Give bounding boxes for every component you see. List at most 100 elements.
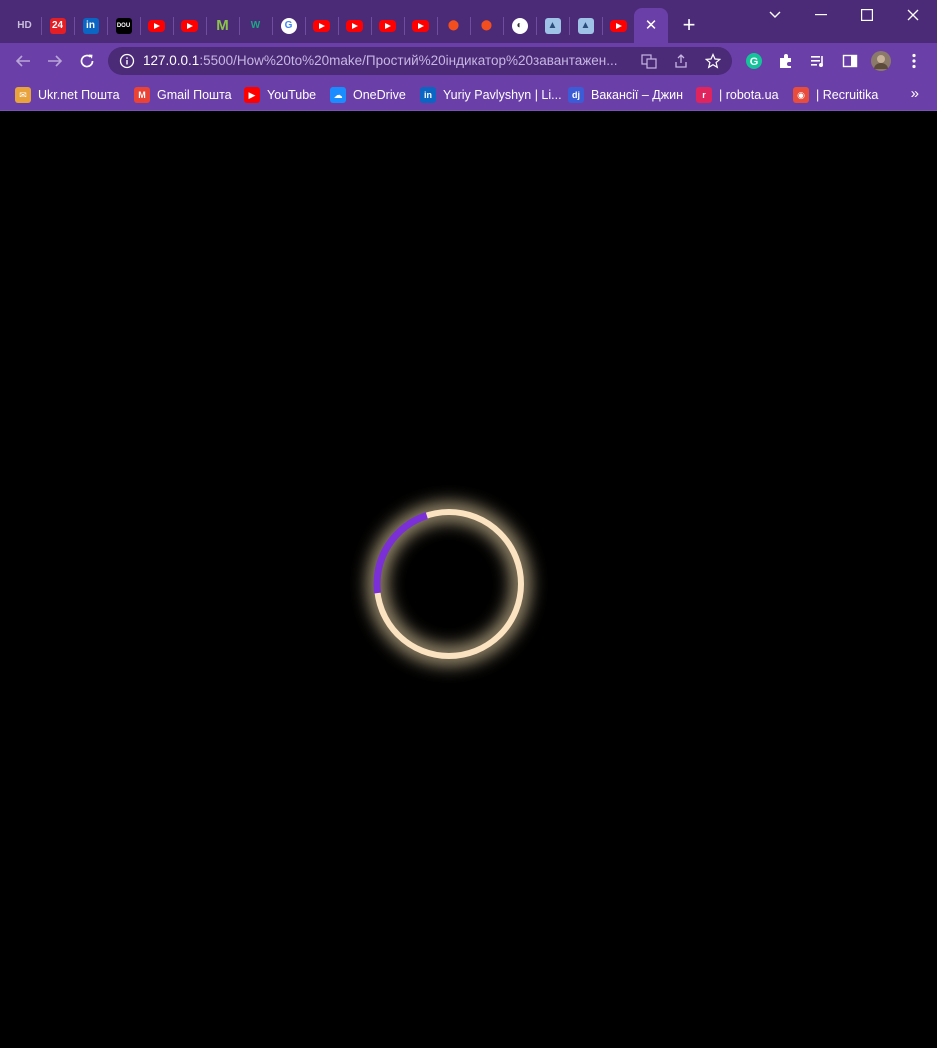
bookmark-item[interactable]: ✉ Ukr.net Пошта bbox=[15, 85, 120, 105]
active-tab[interactable]: ✕ bbox=[634, 8, 668, 43]
djinni-icon: dj bbox=[568, 87, 584, 103]
tab-strip: HD 24 in DOU M W G ⬤ ⬤ ◐ ▲ ▲ ✕ + bbox=[0, 0, 937, 43]
bookmark-star-icon[interactable] bbox=[704, 52, 722, 70]
tab-favicon-text: HD bbox=[17, 20, 32, 31]
figma-icon: ⬤ bbox=[480, 20, 493, 31]
browser-tab[interactable]: ▲ bbox=[536, 9, 569, 42]
bookmark-item[interactable]: M Gmail Пошта bbox=[134, 85, 232, 105]
linkedin-icon: in bbox=[420, 87, 436, 103]
youtube-icon bbox=[181, 19, 198, 32]
browser-tab[interactable]: in bbox=[74, 9, 107, 42]
m-icon: M bbox=[215, 17, 231, 34]
browser-tab[interactable]: M bbox=[206, 9, 239, 42]
browser-tab[interactable]: ⬤ bbox=[437, 9, 470, 42]
side-panel-icon[interactable] bbox=[840, 51, 860, 71]
minimize-icon[interactable] bbox=[810, 6, 832, 24]
back-arrow-icon[interactable] bbox=[13, 51, 33, 71]
youtube-icon bbox=[313, 19, 330, 32]
ukrnet-icon: ✉ bbox=[15, 87, 31, 103]
bookmark-label: Вакансії – Джин bbox=[591, 88, 683, 102]
new-tab-button[interactable]: + bbox=[679, 14, 699, 36]
address-bar[interactable]: 127.0.0.1:5500/How%20to%20make/Простий%2… bbox=[108, 47, 732, 75]
profile-avatar[interactable] bbox=[871, 51, 891, 71]
page-viewport bbox=[0, 111, 937, 1048]
24-icon: 24 bbox=[49, 17, 66, 34]
bookmark-label: | Recruitika bbox=[816, 88, 879, 102]
tab-favicon-text: in bbox=[86, 20, 95, 31]
onedrive-icon: ☁ bbox=[330, 87, 346, 103]
svg-text:G: G bbox=[750, 56, 759, 68]
browser-tab[interactable]: ◐ bbox=[503, 9, 536, 42]
browser-tab[interactable] bbox=[371, 9, 404, 42]
browser-tab[interactable]: W bbox=[239, 9, 272, 42]
url-host: 127.0.0.1 bbox=[143, 53, 200, 68]
reload-icon[interactable] bbox=[77, 51, 97, 71]
bookmark-item[interactable]: ☁ OneDrive bbox=[330, 85, 406, 105]
share-icon[interactable] bbox=[672, 52, 690, 70]
browser-tab[interactable] bbox=[404, 9, 437, 42]
browser-toolbar: 127.0.0.1:5500/How%20to%20make/Простий%2… bbox=[0, 43, 937, 79]
tab-favicon-text: 24 bbox=[51, 20, 64, 31]
bookmark-label: | robota.ua bbox=[719, 88, 779, 102]
menu-dots-icon[interactable] bbox=[904, 51, 924, 71]
youtube-icon bbox=[379, 19, 396, 32]
youtube-icon: ▶ bbox=[244, 87, 260, 103]
close-window-icon[interactable] bbox=[902, 6, 924, 24]
browser-tab[interactable] bbox=[305, 9, 338, 42]
bookmark-label: Yuriy Pavlyshyn | Li... bbox=[443, 88, 562, 102]
maximize-icon[interactable] bbox=[856, 6, 878, 24]
media-control-icon[interactable] bbox=[808, 51, 828, 71]
bookmarks-bar: ✉ Ukr.net Пошта M Gmail Пошта ▶ YouTube ☁ OneDr… bbox=[0, 79, 937, 111]
bookmark-item[interactable]: ◉ | Recruitika bbox=[793, 85, 878, 105]
tab-favicon-text: G bbox=[284, 20, 293, 31]
browser-tab[interactable]: ▲ bbox=[569, 9, 602, 42]
translate-icon[interactable] bbox=[640, 52, 658, 70]
browser-tab[interactable]: 24 bbox=[41, 9, 74, 42]
browser-tab[interactable] bbox=[602, 9, 635, 42]
google-icon: G bbox=[280, 17, 297, 34]
youtube-icon bbox=[148, 19, 165, 32]
dou-icon: DOU bbox=[115, 17, 132, 34]
linkedin-icon: in bbox=[82, 17, 99, 34]
bookmark-item[interactable]: ▶ YouTube bbox=[244, 85, 316, 105]
url-path: :5500/How%20to%20make/Простий%20індикато… bbox=[199, 53, 618, 68]
more-bookmarks-icon[interactable]: » bbox=[911, 85, 919, 102]
url-text: 127.0.0.1:5500/How%20to%20make/Простий%2… bbox=[143, 53, 623, 68]
youtube-icon bbox=[346, 19, 363, 32]
bookmark-item[interactable]: in Yuriy Pavlyshyn | Li... bbox=[420, 85, 562, 105]
figma-icon: ⬤ bbox=[447, 20, 460, 31]
browser-tab[interactable]: ⬤ bbox=[470, 9, 503, 42]
loader bbox=[369, 504, 529, 664]
browser-tab[interactable] bbox=[140, 9, 173, 42]
browser-tab[interactable]: HD bbox=[8, 9, 41, 42]
tab-favicon-text: M bbox=[216, 17, 229, 34]
bookmark-item[interactable]: r | robota.ua bbox=[696, 85, 779, 105]
browser-tab[interactable]: DOU bbox=[107, 9, 140, 42]
youtube-icon bbox=[610, 19, 627, 32]
hd-icon: HD bbox=[17, 18, 33, 34]
browser-tab[interactable] bbox=[173, 9, 206, 42]
bookmark-label: Gmail Пошта bbox=[157, 88, 232, 102]
extensions-icon[interactable] bbox=[776, 51, 796, 71]
browser-tab[interactable] bbox=[338, 9, 371, 42]
robota-icon: r bbox=[696, 87, 712, 103]
bookmark-label: Ukr.net Пошта bbox=[38, 88, 120, 102]
bookmark-label: OneDrive bbox=[353, 88, 406, 102]
app-icon: ▲ bbox=[577, 17, 594, 34]
grammarly-icon[interactable]: G bbox=[744, 51, 764, 71]
w-icon: W bbox=[248, 18, 264, 34]
tab-search-icon[interactable] bbox=[764, 6, 786, 24]
youtube-icon bbox=[412, 19, 429, 32]
app-icon: ▲ bbox=[544, 17, 561, 34]
globe-icon: ◐ bbox=[511, 17, 528, 34]
recruitika-icon: ◉ bbox=[793, 87, 809, 103]
tab-favicon-text: DOU bbox=[116, 22, 131, 29]
close-tab-icon[interactable]: ✕ bbox=[645, 18, 658, 33]
tab-favicon-text: W bbox=[250, 20, 261, 31]
bookmark-label: YouTube bbox=[267, 88, 317, 102]
browser-tab[interactable]: G bbox=[272, 9, 305, 42]
bookmark-item[interactable]: dj Вакансії – Джин bbox=[568, 85, 683, 105]
forward-arrow-icon[interactable] bbox=[45, 51, 65, 71]
site-info-icon[interactable] bbox=[118, 52, 136, 70]
gmail-icon: M bbox=[134, 87, 150, 103]
